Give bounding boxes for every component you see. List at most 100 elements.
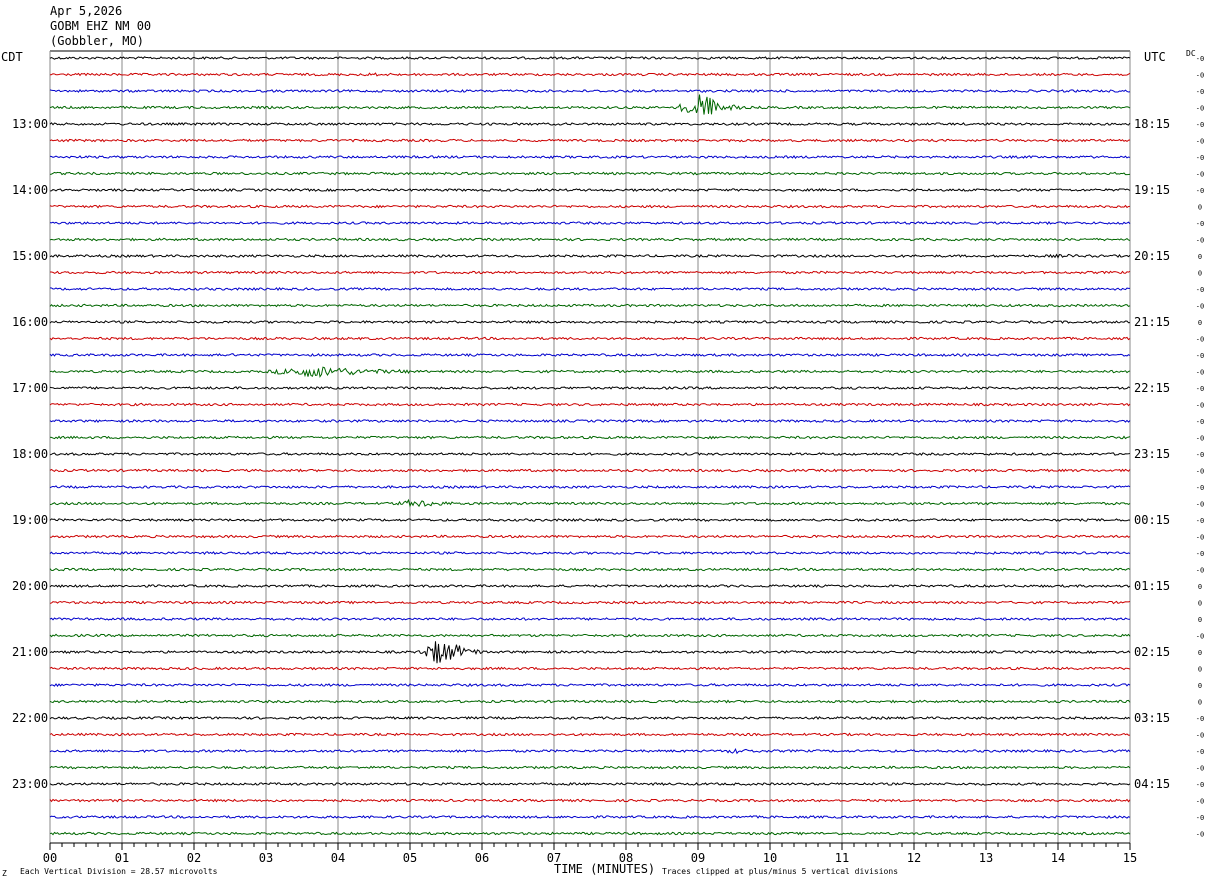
left-timezone-label: CDT	[1, 50, 23, 64]
dc-offset: -0	[1196, 237, 1204, 245]
right-hour-label: 18:15	[1134, 117, 1170, 131]
trace-line	[49, 584, 1131, 589]
x-tick-label: 00	[43, 851, 57, 865]
dc-offset: -0	[1196, 369, 1204, 377]
right-hour-label: 03:15	[1134, 711, 1170, 725]
dc-offset: -0	[1196, 55, 1204, 63]
station-code: GOBM EHZ NM 00	[50, 19, 152, 33]
trace-line	[49, 633, 1131, 638]
trace-line	[49, 303, 1131, 308]
trace-line	[49, 451, 1131, 456]
dc-offset: -0	[1196, 418, 1204, 426]
corner-mark: Z	[2, 869, 7, 878]
left-hour-label: 20:00	[12, 579, 48, 593]
dc-offset: -0	[1196, 352, 1204, 360]
left-hour-label: 14:00	[12, 183, 48, 197]
dc-offset: 0	[1198, 583, 1202, 591]
trace-line	[49, 138, 1131, 143]
trace-line	[49, 534, 1131, 539]
trace-line	[49, 89, 1131, 93]
x-tick-label: 11	[835, 851, 849, 865]
record-date: Apr 5,2026	[50, 4, 123, 18]
trace-line	[49, 732, 1131, 737]
dc-offset: 0	[1198, 600, 1202, 608]
x-tick-label: 15	[1123, 851, 1137, 865]
dc-offset: -0	[1196, 567, 1204, 575]
trace-line	[49, 485, 1131, 489]
dc-offset: -0	[1196, 402, 1204, 410]
trace-line	[49, 518, 1131, 523]
dc-offset: -0	[1196, 385, 1204, 393]
dc-offset: -0	[1196, 88, 1204, 96]
right-hour-label: 01:15	[1134, 579, 1170, 593]
left-hour-label: 22:00	[12, 711, 48, 725]
trace-line	[49, 270, 1131, 275]
trace-line	[49, 366, 1131, 378]
left-hour-label: 17:00	[12, 381, 48, 395]
x-tick-label: 01	[115, 851, 129, 865]
dc-offset: -0	[1196, 286, 1204, 294]
dc-offset: -0	[1196, 303, 1204, 311]
trace-line	[49, 402, 1131, 407]
clip-note: Traces clipped at plus/minus 5 vertical …	[662, 867, 899, 876]
dc-offset: -0	[1196, 468, 1204, 476]
minute-grid	[49, 50, 1131, 843]
dc-offset: -0	[1196, 831, 1204, 839]
left-hour-label: 16:00	[12, 315, 48, 329]
right-hour-label: 23:15	[1134, 447, 1170, 461]
left-hour-label: 19:00	[12, 513, 48, 527]
trace-line	[49, 831, 1131, 836]
hour-labels: -0 -0 -0 -0 -0 -0 -0 -0 -0 0 -0 -0 0 0 -0 -0 0 -0 -0 -0 -0 -0…	[12, 55, 1204, 839]
dc-offset: -0	[1196, 435, 1204, 443]
trace-line	[49, 641, 1131, 664]
trace-line	[49, 320, 1131, 325]
dc-offset: 0	[1198, 649, 1202, 657]
scale-note: Each Vertical Division = 28.57 microvolt…	[20, 867, 218, 876]
left-hour-label: 15:00	[12, 249, 48, 263]
trace-line	[49, 683, 1131, 687]
dc-offset: -0	[1196, 748, 1204, 756]
right-hour-label: 20:15	[1134, 249, 1170, 263]
dc-offset: 0	[1198, 666, 1202, 674]
trace-line	[49, 386, 1131, 390]
trace-line	[49, 716, 1131, 720]
right-hour-label: 19:15	[1134, 183, 1170, 197]
x-tick-label: 06	[475, 851, 489, 865]
trace-line	[49, 336, 1131, 341]
dc-label: DC	[1186, 49, 1196, 58]
x-tick-label: 10	[763, 851, 777, 865]
dc-offset: 0	[1198, 204, 1202, 212]
dc-offset: -0	[1196, 814, 1204, 822]
dc-offset: -0	[1196, 517, 1204, 525]
trace-line	[49, 94, 1131, 115]
dc-offset: 0	[1198, 319, 1202, 327]
dc-offset: -0	[1196, 154, 1204, 162]
trace-line	[49, 468, 1131, 473]
dc-offset: 0	[1198, 699, 1202, 707]
x-tick-label: 12	[907, 851, 921, 865]
dc-offset: -0	[1196, 715, 1204, 723]
trace-line	[49, 72, 1131, 77]
trace-line	[49, 551, 1131, 556]
dc-offset: 0	[1198, 253, 1202, 261]
dc-offset: -0	[1196, 72, 1204, 80]
trace-line	[49, 204, 1131, 209]
dc-offset: 0	[1198, 616, 1202, 624]
left-hour-label: 18:00	[12, 447, 48, 461]
trace-line	[49, 815, 1131, 819]
dc-offset: -0	[1196, 484, 1204, 492]
dc-offset: -0	[1196, 336, 1204, 344]
dc-offset: -0	[1196, 765, 1204, 773]
dc-offset: 0	[1198, 682, 1202, 690]
trace-line	[49, 600, 1131, 605]
trace-line	[49, 617, 1131, 621]
dc-offset: -0	[1196, 633, 1204, 641]
dc-offset: -0	[1196, 121, 1204, 129]
trace-line	[49, 782, 1131, 786]
trace-line	[49, 567, 1131, 572]
x-tick-label: 14	[1051, 851, 1065, 865]
dc-offset: -0	[1196, 220, 1204, 228]
dc-offset: -0	[1196, 171, 1204, 179]
trace-line	[49, 666, 1131, 671]
dc-offset: -0	[1196, 138, 1204, 146]
